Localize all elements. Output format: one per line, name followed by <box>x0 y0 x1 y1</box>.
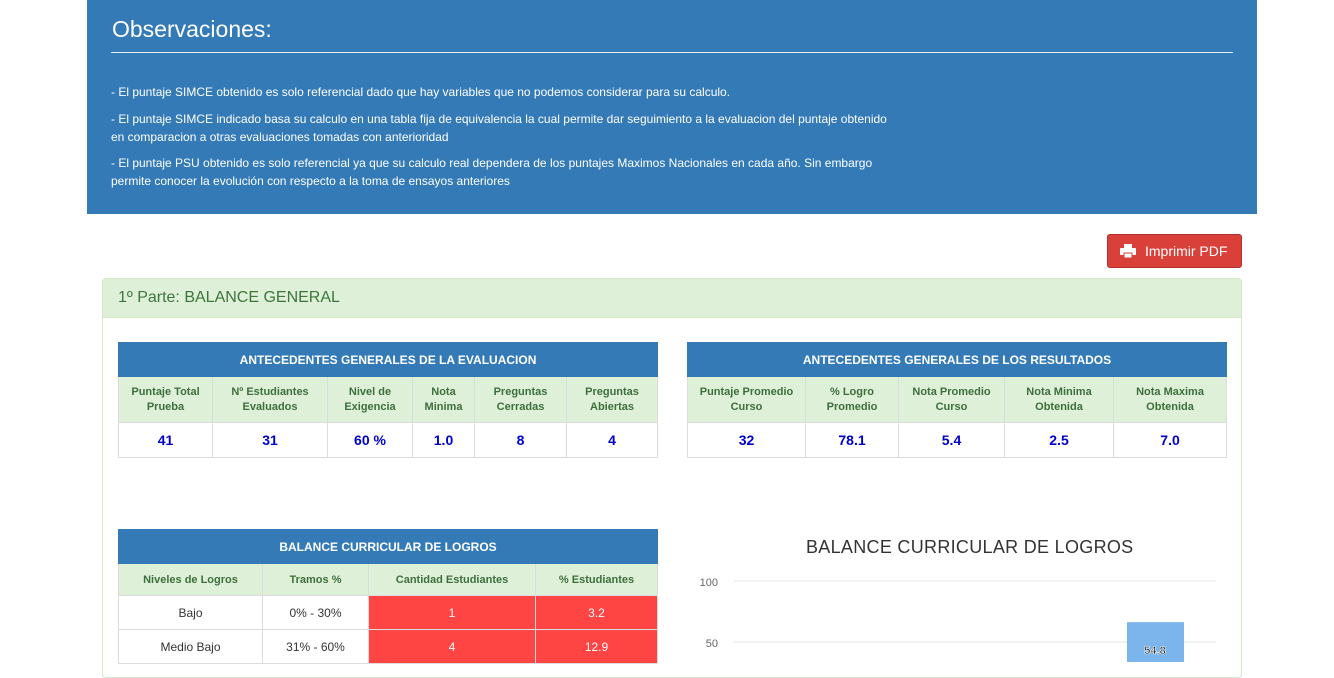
table-cell: 3.2 <box>534 595 659 630</box>
column-header: Nota Minima Obtenida <box>1004 376 1114 423</box>
evaluacion-table: ANTECEDENTES GENERALES DE LA EVALUACION … <box>117 342 659 458</box>
column-header: Nota Promedio Curso <box>898 376 1005 423</box>
table-cell: 12.9 <box>534 629 659 664</box>
observaciones-title: Observaciones: <box>112 16 272 42</box>
observaciones-panel: Observaciones: - El puntaje SIMCE obteni… <box>87 0 1257 214</box>
table-cell: 0% - 30% <box>262 595 369 630</box>
table-cell: 1.0 <box>412 422 475 458</box>
observacion-line: - El puntaje SIMCE obtenido es solo refe… <box>111 85 731 99</box>
table-cell: 31 <box>212 422 328 458</box>
table-title: ANTECEDENTES GENERALES DE LA EVALUACION <box>117 342 659 377</box>
column-header: Puntaje Total Prueba <box>118 376 213 423</box>
table-cell: 41 <box>118 422 213 458</box>
table-cell: 4 <box>368 629 536 664</box>
balance-curricular-table: BALANCE CURRICULAR DE LOGROS Niveles de … <box>117 529 659 664</box>
table-cell: 1 <box>368 595 536 630</box>
table-cell: 31% - 60% <box>262 629 369 664</box>
table-cell: Medio Bajo <box>118 629 263 664</box>
column-header: Nº Estudiantes Evaluados <box>212 376 328 423</box>
bar-data-label: 54.8 <box>1144 645 1165 657</box>
divider <box>111 52 1233 53</box>
observacion-line: - El puntaje PSU obtenido es solo refere… <box>111 156 873 188</box>
column-header: Puntaje Promedio Curso <box>687 376 806 423</box>
column-header: Preguntas Abiertas <box>565 376 659 423</box>
column-header: Nota Minima <box>412 376 475 423</box>
column-header: Nota Maxima Obtenida <box>1112 376 1228 423</box>
column-header: % Logro Promedio <box>805 376 899 423</box>
chart-title: BALANCE CURRICULAR DE LOGROS <box>806 537 1134 557</box>
table-cell: 78.1 <box>805 422 899 458</box>
imprimir-pdf-label: Imprimir PDF <box>1145 243 1228 259</box>
chart-svg: 100 50 54.8 <box>700 577 1216 662</box>
table-cell: 7.0 <box>1112 422 1228 458</box>
column-header: Niveles de Logros <box>118 563 263 596</box>
panel-heading: 1º Parte: BALANCE GENERAL <box>103 279 1241 318</box>
table-cell: Bajo <box>118 595 263 630</box>
column-header: Tramos % <box>262 563 369 596</box>
column-header: % Estudiantes <box>534 563 659 596</box>
table-cell: 4 <box>565 422 659 458</box>
printer-icon <box>1120 244 1136 258</box>
table-cell: 32 <box>687 422 806 458</box>
column-header: Nivel de Exigencia <box>327 376 413 423</box>
column-header: Preguntas Cerradas <box>474 376 567 423</box>
table-cell: 2.5 <box>1004 422 1114 458</box>
column-header: Cantidad Estudiantes <box>368 563 536 596</box>
table-row: Bajo 0% - 30% 1 3.2 <box>118 595 659 630</box>
y-tick-label: 50 <box>706 638 718 650</box>
table-title: ANTECEDENTES GENERALES DE LOS RESULTADOS <box>686 342 1228 377</box>
imprimir-pdf-button[interactable]: Imprimir PDF <box>1107 234 1242 268</box>
table-cell: 5.4 <box>898 422 1005 458</box>
resultados-table: ANTECEDENTES GENERALES DE LOS RESULTADOS… <box>686 342 1228 458</box>
table-cell: 60 % <box>327 422 413 458</box>
observacion-line: - El puntaje SIMCE indicado basa su calc… <box>111 112 887 144</box>
table-title: BALANCE CURRICULAR DE LOGROS <box>117 529 659 564</box>
table-cell: 8 <box>474 422 567 458</box>
table-row: Medio Bajo 31% - 60% 4 12.9 <box>118 629 659 664</box>
y-tick-label: 100 <box>700 577 718 589</box>
